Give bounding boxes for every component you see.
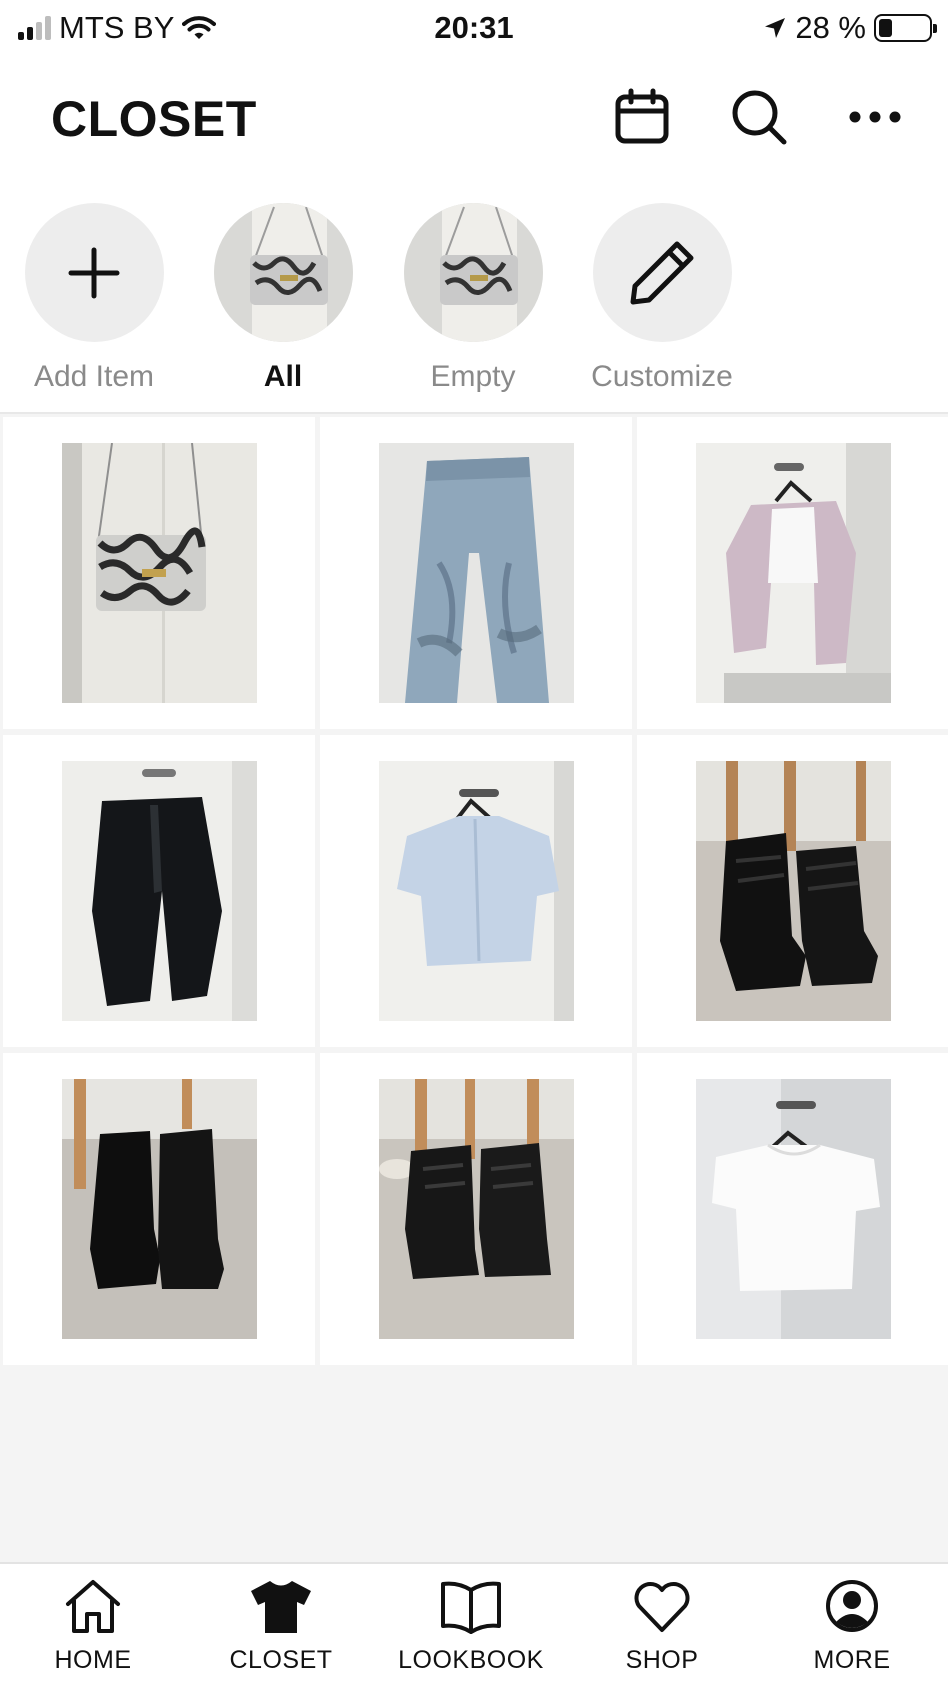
status-bar: MTS BY 20:31 28 %	[0, 0, 948, 54]
tab-label: SHOP	[625, 1646, 699, 1674]
item-photo	[695, 1079, 891, 1339]
bag-thumbnail-image	[403, 203, 543, 342]
customize-circle	[592, 203, 732, 342]
all-thumbnail	[213, 203, 353, 342]
status-right: 28 %	[763, 10, 937, 46]
heart-icon	[634, 1582, 690, 1632]
tab-closet[interactable]: CLOSET	[206, 1578, 356, 1675]
item-photo	[695, 761, 891, 1021]
item-photo	[378, 761, 574, 1021]
bag-thumbnail-image	[213, 203, 353, 342]
item-photo	[378, 1079, 574, 1339]
app-header: CLOSET	[0, 54, 948, 179]
category-label: Add Item	[33, 360, 155, 393]
closet-item-blue-shirt[interactable]	[320, 735, 632, 1047]
tab-label: LOOKBOOK	[398, 1646, 544, 1674]
calendar-button[interactable]	[607, 82, 677, 152]
calendar-icon	[615, 88, 669, 144]
book-icon	[441, 1581, 501, 1634]
search-icon	[732, 90, 787, 145]
bottom-tab-bar: HOME CLOSET LOOKBOOK SHOP MORE	[0, 1562, 948, 1687]
closet-items-grid	[0, 417, 948, 1365]
more-icon	[849, 111, 901, 123]
tab-more[interactable]: MORE	[777, 1578, 927, 1675]
category-row: Add Item All Empty Customize	[0, 179, 948, 414]
tab-home[interactable]: HOME	[18, 1578, 168, 1675]
category-label: Customize	[591, 360, 733, 393]
item-photo	[61, 761, 257, 1021]
tab-label: CLOSET	[229, 1646, 333, 1674]
plus-icon	[68, 247, 120, 298]
home-icon	[66, 1580, 120, 1633]
category-label: All	[263, 360, 303, 393]
tab-shop[interactable]: SHOP	[587, 1578, 737, 1675]
battery-percent: 28 %	[795, 10, 866, 45]
tab-lookbook[interactable]: LOOKBOOK	[396, 1578, 546, 1675]
closet-item-white-tshirt[interactable]	[637, 1053, 948, 1365]
category-all[interactable]: All	[188, 203, 378, 394]
location-arrow-icon	[765, 18, 786, 38]
closet-item-black-chelsea-boots[interactable]	[3, 1053, 315, 1365]
tab-label: MORE	[813, 1646, 891, 1674]
category-add-item[interactable]: Add Item	[0, 203, 189, 394]
closet-item-black-lace-boots[interactable]	[637, 735, 948, 1047]
more-options-button[interactable]	[840, 82, 910, 152]
closet-item-black-blazer[interactable]	[3, 735, 315, 1047]
closet-item-black-platform-boots[interactable]	[320, 1053, 632, 1365]
add-item-circle	[24, 203, 164, 342]
page-title: CLOSET	[51, 91, 257, 147]
search-button[interactable]	[724, 82, 794, 152]
category-customize[interactable]: Customize	[567, 203, 757, 394]
empty-thumbnail	[403, 203, 543, 342]
category-empty[interactable]: Empty	[378, 203, 568, 394]
pencil-icon	[630, 241, 694, 304]
item-photo	[61, 443, 257, 703]
tshirt-icon	[251, 1581, 311, 1633]
closet-item-pink-blazer[interactable]	[637, 417, 948, 729]
battery-icon	[874, 14, 937, 42]
closet-item-jeans[interactable]	[320, 417, 632, 729]
item-photo	[378, 443, 574, 703]
closet-screen: MTS BY 20:31 28 % CLOSET Add Item All Em…	[0, 0, 948, 1687]
item-photo	[695, 443, 891, 703]
battery-level	[879, 19, 893, 37]
closet-item-snakeskin-bag[interactable]	[3, 417, 315, 729]
tab-label: HOME	[54, 1646, 132, 1674]
category-label: Empty	[430, 360, 516, 393]
profile-icon	[826, 1580, 878, 1632]
item-photo	[61, 1079, 257, 1339]
